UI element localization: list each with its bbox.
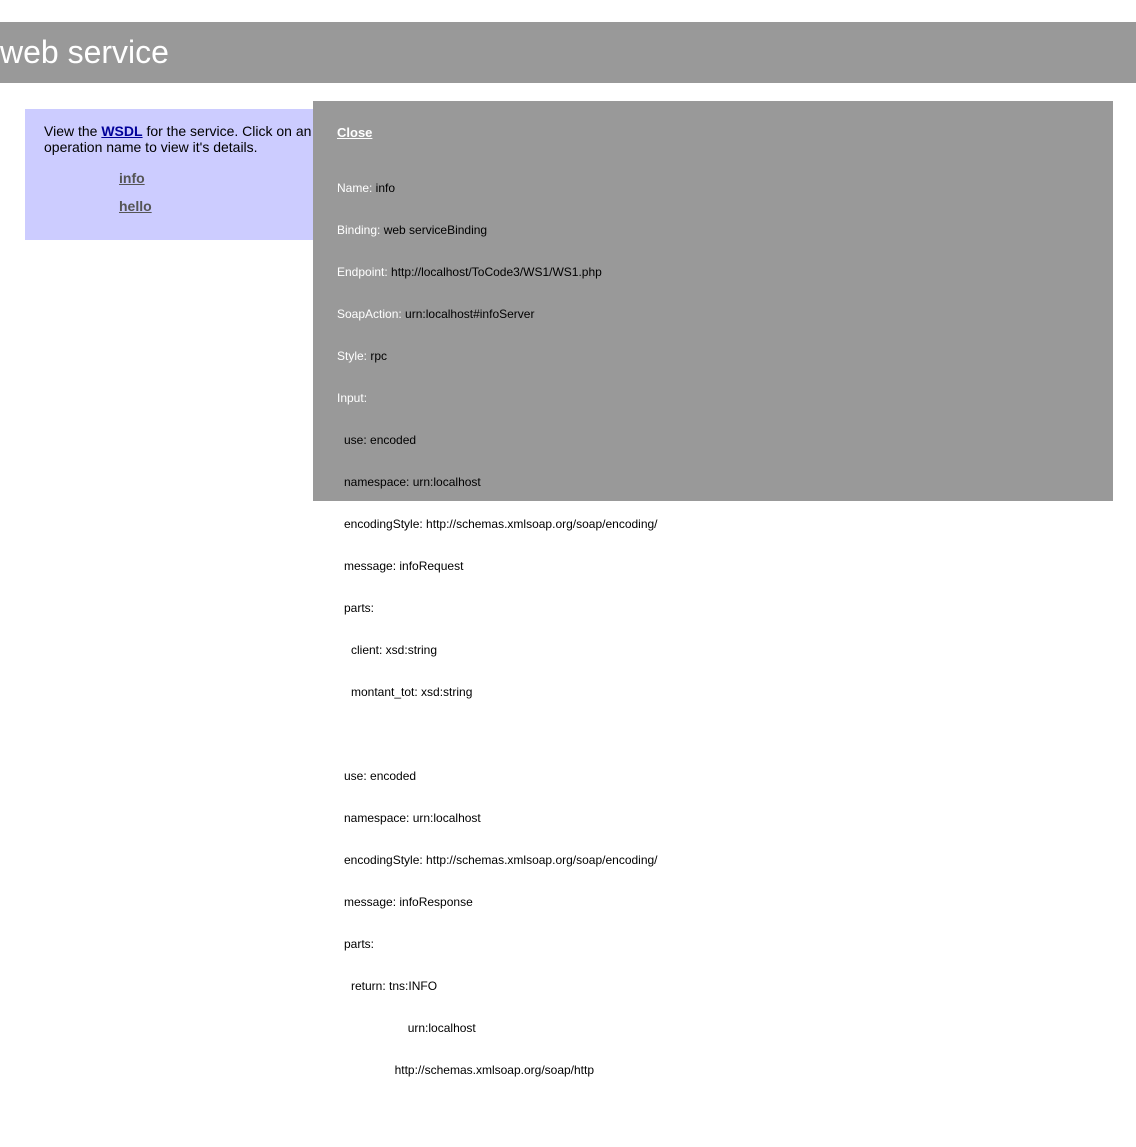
detail-input-namespace: namespace: urn:localhost — [344, 475, 481, 489]
detail-namespace-label: Namespace: — [337, 1021, 405, 1035]
detail-soapaction: SoapAction: urn:localhost#infoServer — [337, 307, 658, 321]
detail-name-label: Name: — [337, 181, 373, 195]
page-header: web service — [0, 22, 1136, 83]
detail-namespace-value: urn:localhost — [404, 1021, 476, 1035]
detail-input-parts: parts: — [344, 601, 375, 615]
wsdl-link[interactable]: WSDL — [101, 123, 142, 139]
operation-link-hello[interactable]: hello — [119, 198, 152, 214]
page-title: web service — [0, 34, 169, 70]
detail-output: Output: — [337, 727, 658, 741]
detail-transport-label: Transport: — [337, 1063, 392, 1077]
detail-endpoint-value: http://localhost/ToCode3/WS1/WS1.php — [387, 265, 602, 279]
detail-documentation: Documentation: — [337, 1105, 658, 1119]
detail-soapaction-value: urn:localhost#infoServer — [401, 307, 535, 321]
intro-text-before: View the — [44, 123, 102, 139]
detail-input-message: message: infoRequest — [344, 559, 464, 573]
operations-panel: View the WSDL for the service. Click on … — [25, 109, 325, 240]
detail-soapaction-label: SoapAction: — [337, 307, 402, 321]
detail-output-label: Output: — [337, 727, 377, 741]
close-link[interactable]: Close — [337, 125, 372, 140]
detail-input-label: Input: — [337, 391, 368, 405]
detail-namespace: Namespace: urn:localhost — [337, 1021, 658, 1035]
detail-output-namespace: namespace: urn:localhost — [344, 811, 481, 825]
detail-input-encoding: encodingStyle: http://schemas.xmlsoap.or… — [344, 517, 658, 531]
detail-transport-value: http://schemas.xmlsoap.org/soap/http — [391, 1063, 595, 1077]
detail-input-use: use: encoded — [344, 433, 417, 447]
operations-intro: View the WSDL for the service. Click on … — [44, 123, 334, 155]
detail-output-parts: parts: — [344, 937, 375, 951]
detail-input-part-montant: montant_tot: xsd:string — [351, 685, 473, 699]
detail-name-value: info — [372, 181, 396, 195]
detail-input-part-client: client: xsd:string — [351, 643, 438, 657]
operation-link-info[interactable]: info — [119, 170, 145, 186]
detail-style: Style: rpc — [337, 349, 658, 363]
detail-output-part-return: return: tns:INFO — [351, 979, 438, 993]
operation-details-body: Name: info Binding: web serviceBinding E… — [337, 153, 658, 1147]
detail-output-use: use: encoded — [344, 769, 417, 783]
detail-binding: Binding: web serviceBinding — [337, 223, 658, 237]
detail-style-value: rpc — [367, 349, 388, 363]
detail-binding-value: web serviceBinding — [380, 223, 488, 237]
detail-binding-label: Binding: — [337, 223, 381, 237]
detail-name: Name: info — [337, 181, 658, 195]
detail-style-label: Style: — [337, 349, 368, 363]
operation-details-panel: Close Name: info Binding: web serviceBin… — [313, 101, 1113, 1119]
detail-output-message: message: infoResponse — [344, 895, 473, 909]
detail-input: Input: — [337, 391, 658, 405]
detail-documentation-label: Documentation: — [337, 1105, 422, 1119]
detail-endpoint: Endpoint: http://localhost/ToCode3/WS1/W… — [337, 265, 658, 279]
detail-output-encoding: encodingStyle: http://schemas.xmlsoap.or… — [344, 853, 658, 867]
detail-transport: Transport: http://schemas.xmlsoap.org/so… — [337, 1063, 658, 1077]
detail-endpoint-label: Endpoint: — [337, 265, 388, 279]
